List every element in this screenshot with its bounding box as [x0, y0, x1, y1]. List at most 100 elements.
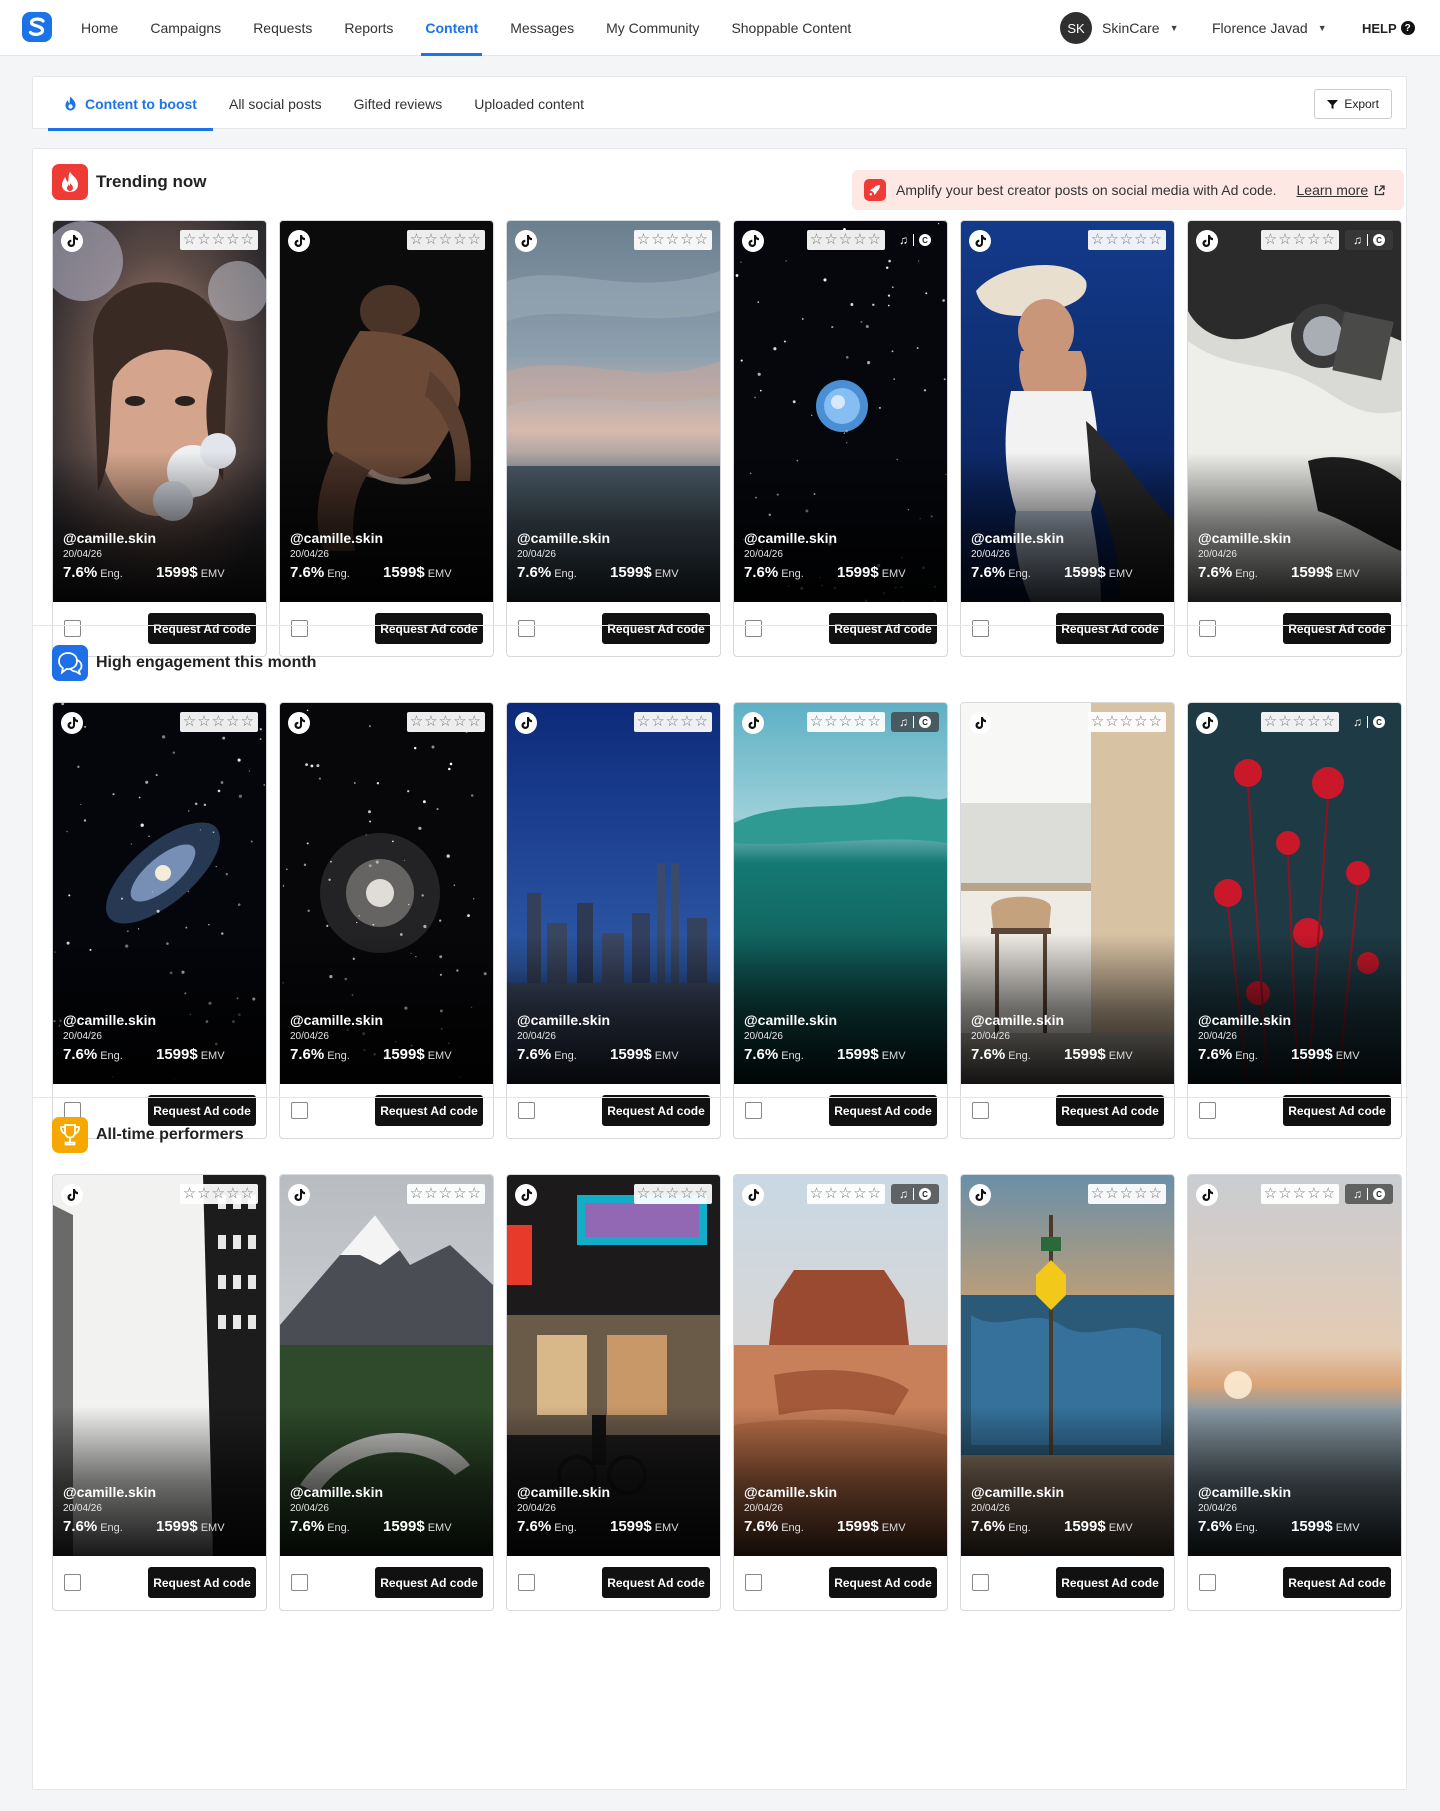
post-thumbnail[interactable]: ☆☆☆☆☆ ♫ C @camille.skin 20/04/26 7.6% Eng. 1599… [1188, 703, 1401, 1084]
star-rating[interactable]: ☆☆☆☆☆ [406, 1184, 485, 1204]
post-thumbnail[interactable]: ☆☆☆☆☆ @camille.skin 20/04/26 7.6% Eng. 1599$ E… [961, 703, 1174, 1084]
post-thumbnail[interactable]: ☆☆☆☆☆ @camille.skin 20/04/26 7.6% Eng. 1599$ E… [280, 1175, 493, 1556]
post-card[interactable]: ☆☆☆☆☆ @camille.skin 20/04/26 7.6% Eng. 1599$ E… [506, 1174, 721, 1611]
select-checkbox[interactable] [518, 1574, 535, 1591]
account-switcher[interactable]: SK SkinCare ▼ [1060, 12, 1179, 44]
star-rating[interactable]: ☆☆☆☆☆ [1087, 230, 1166, 250]
emv-label: EMV [1108, 568, 1133, 580]
post-card[interactable]: ☆☆☆☆☆ @camille.skin 20/04/26 7.6% Eng. 1599$ E… [52, 1174, 267, 1611]
tab-uploaded-content[interactable]: Uploaded content [458, 77, 600, 130]
post-thumbnail[interactable]: ☆☆☆☆☆ @camille.skin 20/04/26 7.6% Eng. 1599$ E… [53, 221, 266, 602]
emv-value: 1599$ EMV [1064, 1518, 1133, 1535]
star-rating[interactable]: ☆☆☆☆☆ [633, 1184, 712, 1204]
post-thumbnail[interactable]: ☆☆☆☆☆ @camille.skin 20/04/26 7.6% Eng. 1599$ E… [280, 703, 493, 1084]
star-rating[interactable]: ☆☆☆☆☆ [1260, 1184, 1339, 1204]
post-card[interactable]: ☆☆☆☆☆ @camille.skin 20/04/26 7.6% Eng. 1599$ E… [506, 220, 721, 657]
post-thumbnail[interactable]: ☆☆☆☆☆ ♫ C @camille.skin 20/04/26 7.6% Eng. 1599… [1188, 1175, 1401, 1556]
select-checkbox[interactable] [745, 1574, 762, 1591]
tab-all-social-posts[interactable]: All social posts [213, 77, 338, 130]
post-card[interactable]: ☆☆☆☆☆ @camille.skin 20/04/26 7.6% Eng. 1599$ E… [52, 702, 267, 1139]
user-menu[interactable]: Florence Javad ▼ [1212, 12, 1327, 44]
star-rating[interactable]: ☆☆☆☆☆ [806, 1184, 885, 1204]
post-thumbnail[interactable]: ☆☆☆☆☆ @camille.skin 20/04/26 7.6% Eng. 1599$ E… [53, 703, 266, 1084]
tab-content-to-boost[interactable]: Content to boost [48, 77, 213, 131]
nav-link-home[interactable]: Home [65, 0, 134, 56]
post-card[interactable]: ☆☆☆☆☆ @camille.skin 20/04/26 7.6% Eng. 1599$ E… [960, 702, 1175, 1139]
request-ad-code-button[interactable]: Request Ad code [1283, 1567, 1391, 1598]
request-ad-code-button[interactable]: Request Ad code [829, 1567, 937, 1598]
emv-label: EMV [200, 568, 225, 580]
request-ad-code-button[interactable]: Request Ad code [148, 1567, 256, 1598]
nav-link-requests[interactable]: Requests [237, 0, 328, 56]
media-tags: ♫ C [891, 230, 939, 250]
help-button[interactable]: HELP ? [1362, 12, 1415, 44]
post-thumbnail[interactable]: ☆☆☆☆☆ @camille.skin 20/04/26 7.6% Eng. 1599$ E… [507, 703, 720, 1084]
engagement-value: 7.6% [517, 564, 552, 581]
star-rating[interactable]: ☆☆☆☆☆ [406, 230, 485, 250]
post-card[interactable]: ☆☆☆☆☆ ♫ C @camille.skin 20/04/26 7.6% Eng. 1599… [733, 220, 948, 657]
post-thumbnail[interactable]: ☆☆☆☆☆ @camille.skin 20/04/26 7.6% Eng. 1599$ E… [280, 221, 493, 602]
tab-gifted-reviews[interactable]: Gifted reviews [338, 77, 459, 130]
post-card[interactable]: ☆☆☆☆☆ @camille.skin 20/04/26 7.6% Eng. 1599$ E… [279, 220, 494, 657]
star-rating[interactable]: ☆☆☆☆☆ [179, 1184, 258, 1204]
post-card[interactable]: ☆☆☆☆☆ @camille.skin 20/04/26 7.6% Eng. 1599$ E… [960, 220, 1175, 657]
post-thumbnail[interactable]: ☆☆☆☆☆ @camille.skin 20/04/26 7.6% Eng. 1599$ E… [53, 1175, 266, 1556]
music-note-icon: ♫ [899, 233, 908, 247]
star-rating[interactable]: ☆☆☆☆☆ [1260, 230, 1339, 250]
nav-link-campaigns[interactable]: Campaigns [134, 0, 237, 56]
post-date: 20/04/26 [1198, 1031, 1237, 1042]
emv-amount: 1599$ [837, 1518, 879, 1535]
engagement-rate: 7.6% Eng. [63, 564, 123, 581]
emv-value: 1599$ EMV [610, 1518, 679, 1535]
post-card[interactable]: ☆☆☆☆☆ ♫ C @camille.skin 20/04/26 7.6% Eng. 1599… [733, 702, 948, 1139]
export-button[interactable]: Export [1314, 89, 1392, 119]
post-thumbnail[interactable]: ☆☆☆☆☆ ♫ C @camille.skin 20/04/26 7.6% Eng. 1599… [734, 221, 947, 602]
nav-link-my-community[interactable]: My Community [590, 0, 715, 56]
star-rating[interactable]: ☆☆☆☆☆ [806, 230, 885, 250]
nav-link-reports[interactable]: Reports [328, 0, 409, 56]
post-thumbnail[interactable]: ☆☆☆☆☆ ♫ C @camille.skin 20/04/26 7.6% Eng. 1599… [1188, 221, 1401, 602]
star-rating[interactable]: ☆☆☆☆☆ [633, 712, 712, 732]
emv-value: 1599$ EMV [383, 564, 452, 581]
post-thumbnail[interactable]: ☆☆☆☆☆ @camille.skin 20/04/26 7.6% Eng. 1599$ E… [961, 221, 1174, 602]
request-ad-code-button[interactable]: Request Ad code [375, 1567, 483, 1598]
post-thumbnail[interactable]: ☆☆☆☆☆ ♫ C @camille.skin 20/04/26 7.6% Eng. 1599… [734, 1175, 947, 1556]
post-card[interactable]: ☆☆☆☆☆ ♫ C @camille.skin 20/04/26 7.6% Eng. 1599… [1187, 220, 1402, 657]
post-card[interactable]: ☆☆☆☆☆ @camille.skin 20/04/26 7.6% Eng. 1599$ E… [52, 220, 267, 657]
nav-link-messages[interactable]: Messages [494, 0, 590, 56]
request-ad-code-button[interactable]: Request Ad code [602, 1567, 710, 1598]
star-rating[interactable]: ☆☆☆☆☆ [179, 712, 258, 732]
select-checkbox[interactable] [291, 1574, 308, 1591]
post-card[interactable]: ☆☆☆☆☆ ♫ C @camille.skin 20/04/26 7.6% Eng. 1599… [1187, 1174, 1402, 1611]
star-rating[interactable]: ☆☆☆☆☆ [1087, 1184, 1166, 1204]
brand-logo[interactable] [22, 12, 52, 42]
post-thumbnail[interactable]: ☆☆☆☆☆ ♫ C @camille.skin 20/04/26 7.6% Eng. 1599… [734, 703, 947, 1084]
creator-handle: @camille.skin [971, 1012, 1065, 1028]
star-rating[interactable]: ☆☆☆☆☆ [1260, 712, 1339, 732]
post-card[interactable]: ☆☆☆☆☆ @camille.skin 20/04/26 7.6% Eng. 1599$ E… [279, 1174, 494, 1611]
nav-link-shoppable-content[interactable]: Shoppable Content [715, 0, 867, 56]
select-checkbox[interactable] [1199, 1574, 1216, 1591]
emv-amount: 1599$ [156, 564, 198, 581]
post-date: 20/04/26 [63, 1031, 102, 1042]
star-rating[interactable]: ☆☆☆☆☆ [179, 230, 258, 250]
post-card[interactable]: ☆☆☆☆☆ @camille.skin 20/04/26 7.6% Eng. 1599$ E… [279, 702, 494, 1139]
star-rating[interactable]: ☆☆☆☆☆ [406, 712, 485, 732]
star-rating[interactable]: ☆☆☆☆☆ [806, 712, 885, 732]
creator-handle: @camille.skin [63, 530, 157, 546]
select-checkbox[interactable] [972, 1574, 989, 1591]
post-card[interactable]: ☆☆☆☆☆ @camille.skin 20/04/26 7.6% Eng. 1599$ E… [960, 1174, 1175, 1611]
post-card[interactable]: ☆☆☆☆☆ @camille.skin 20/04/26 7.6% Eng. 1599$ E… [506, 702, 721, 1139]
music-note-icon: ♫ [899, 1187, 908, 1201]
nav-link-content[interactable]: Content [409, 0, 494, 56]
star-rating[interactable]: ☆☆☆☆☆ [633, 230, 712, 250]
post-card[interactable]: ☆☆☆☆☆ ♫ C @camille.skin 20/04/26 7.6% Eng. 1599… [733, 1174, 948, 1611]
request-ad-code-button[interactable]: Request Ad code [1056, 1567, 1164, 1598]
question-mark-icon: ? [1400, 21, 1415, 35]
star-rating[interactable]: ☆☆☆☆☆ [1087, 712, 1166, 732]
select-checkbox[interactable] [64, 1574, 81, 1591]
post-thumbnail[interactable]: ☆☆☆☆☆ @camille.skin 20/04/26 7.6% Eng. 1599$ E… [507, 221, 720, 602]
post-card[interactable]: ☆☆☆☆☆ ♫ C @camille.skin 20/04/26 7.6% Eng. 1599… [1187, 702, 1402, 1139]
post-thumbnail[interactable]: ☆☆☆☆☆ @camille.skin 20/04/26 7.6% Eng. 1599$ E… [961, 1175, 1174, 1556]
post-thumbnail[interactable]: ☆☆☆☆☆ @camille.skin 20/04/26 7.6% Eng. 1599$ E… [507, 1175, 720, 1556]
